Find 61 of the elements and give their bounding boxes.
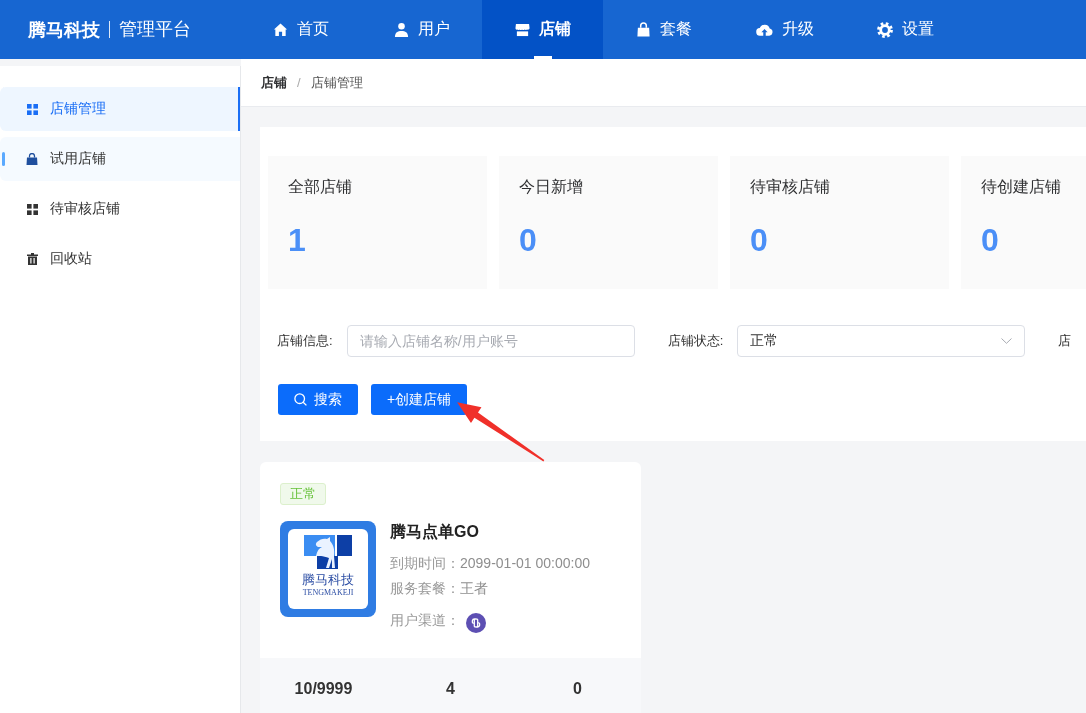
logo-subtext: TENGMAKEJI [302,588,354,597]
cloud-upload-icon [755,22,773,37]
link-icon [466,612,486,633]
filter-label: 店 [1058,332,1072,350]
nav-tab[interactable]: 首页 [240,0,361,59]
trash-icon [26,253,38,265]
metric-value: 0 [573,680,582,697]
stat-value: 0 [981,221,999,260]
breadcrumb-item: 店铺管理 [310,73,363,92]
stat-label: 今日新增 [519,177,583,197]
search-button[interactable]: 搜索 [278,384,358,415]
shopping-bag-icon [26,153,38,165]
user-icon [393,22,409,37]
breadcrumb-item[interactable]: 店铺 [261,73,287,92]
shopping-bag-icon [635,22,651,37]
gear-icon [877,21,893,38]
brand-subtitle: 管理平台 [109,21,191,38]
home-icon [272,22,288,37]
grid-icon [26,203,38,215]
stat-value: 1 [288,221,306,260]
breadcrumb-separator: / [297,75,301,90]
horse-logo-icon [304,535,352,569]
sidebar-item-label: 待审核店铺 [50,200,120,218]
create-store-button[interactable]: +创建店铺 [371,384,468,415]
stat-value: 0 [750,221,768,260]
detail-value: 王者 [460,579,488,598]
metric-value: 4 [446,680,455,697]
nav-tab[interactable]: 套餐 [603,0,724,59]
sidebar-item[interactable]: 回收站 [0,237,240,281]
nav-tab[interactable]: 设置 [845,0,966,59]
search-icon [294,393,307,406]
chevron-down-icon [1001,338,1013,344]
filter-label: 店铺状态: [667,332,724,350]
store-icon [514,22,530,37]
logo-text: 腾马科技 [302,572,354,588]
metric-value: 10/9999 [294,680,353,697]
sidebar-item-label: 试用店铺 [50,150,106,168]
stat-label: 待审核店铺 [750,177,830,197]
detail-label: 到期时间： [390,554,460,573]
store-info-field[interactable]: 请输入店铺名称/用户账号 [346,325,635,357]
nav-tab[interactable]: 升级 [724,0,845,59]
stat-label: 待创建店铺 [981,177,1061,197]
nav-tab[interactable]: 店铺 [482,0,603,59]
store-name: 腾马点单GO [390,522,479,542]
sidebar-item[interactable]: 店铺管理 [0,87,240,131]
sidebar-item[interactable]: 试用店铺 [0,137,240,181]
brand-name: 腾马科技 [28,18,100,42]
stat-value: 0 [519,221,537,260]
grid-icon [26,103,38,115]
status-select[interactable]: 正常 [737,325,1026,357]
filter-label: 店铺信息: [277,332,333,350]
detail-label: 服务套餐： [390,579,460,598]
sidebar-item[interactable]: 待审核店铺 [0,187,240,231]
stat-label: 全部店铺 [288,177,352,197]
nav-tab[interactable]: 用户 [361,0,482,59]
sidebar-item-label: 店铺管理 [50,100,106,118]
select-value: 正常 [750,332,779,350]
detail-value: 2099-01-01 00:00:00 [460,554,590,573]
status-tag: 正常 [280,483,326,505]
detail-label: 用户渠道： [390,611,460,630]
sidebar-item-label: 回收站 [50,250,92,268]
